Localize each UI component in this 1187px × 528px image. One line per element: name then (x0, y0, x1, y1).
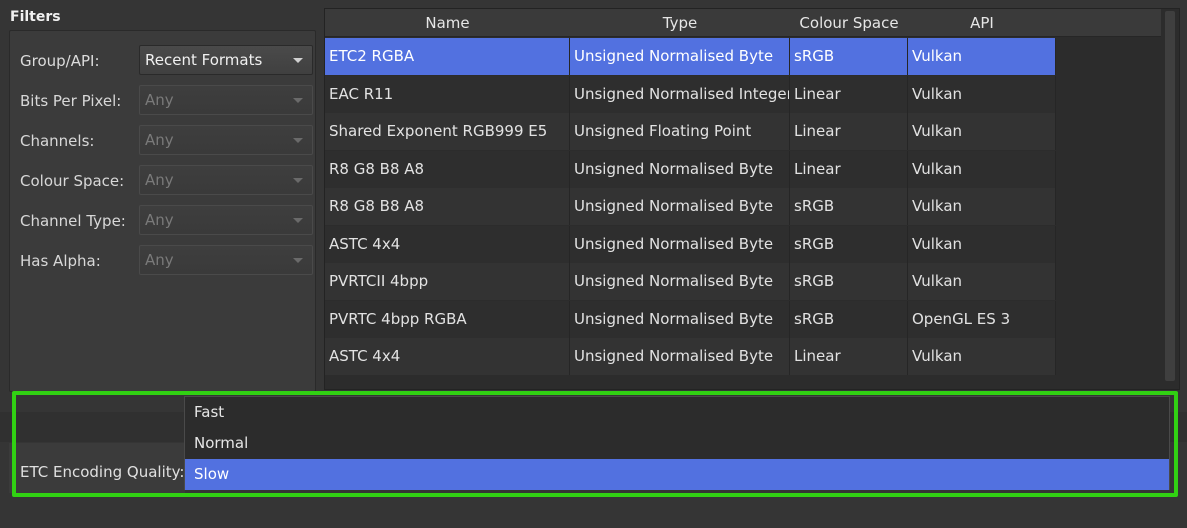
table-cell-colour-space: Linear (790, 150, 908, 188)
table-cell-type: Unsigned Normalised Byte (570, 150, 790, 188)
filter-label: Group/API: (20, 52, 100, 70)
table-cell-colour-space: sRGB (790, 263, 908, 300)
table-row[interactable]: ASTC 4x4 Unsigned Normalised Byte sRGB Vulk… (325, 225, 1056, 263)
table-cell-api: OpenGL ES 3 (908, 300, 1056, 338)
table-cell-type: Unsigned Floating Point (570, 113, 790, 150)
column-header-colour-space[interactable]: Colour Space (790, 9, 908, 37)
table-cell-api: Vulkan (908, 38, 1056, 75)
table-header: Name Type Colour Space API (325, 9, 1161, 37)
chevron-down-icon (293, 98, 303, 103)
table-cell-name: Shared Exponent RGB999 E5 (325, 113, 570, 150)
filter-combobox: Any (139, 245, 313, 275)
filter-combobox-value: Any (145, 171, 174, 189)
table-cell-api: Vulkan (908, 188, 1056, 225)
table-cell-name: ASTC 4x4 (325, 225, 570, 263)
table-row[interactable]: PVRTC 4bpp RGBA Unsigned Normalised Byte s… (325, 300, 1056, 338)
table-cell-type: Unsigned Normalised Byte (570, 263, 790, 300)
table-cell-name: ETC2 RGBA (325, 38, 570, 75)
table-cell-name: R8 G8 B8 A8 (325, 150, 570, 188)
table-cell-name: ASTC 4x4 (325, 338, 570, 375)
filter-label: Colour Space: (20, 172, 125, 190)
table-cell-type: Unsigned Normalised Integer (570, 75, 790, 113)
table-cell-type: Unsigned Normalised Byte (570, 300, 790, 338)
table-cell-colour-space: sRGB (790, 188, 908, 225)
table-cell-api: Vulkan (908, 113, 1056, 150)
table-cell-api: Vulkan (908, 150, 1056, 188)
filter-label: Channels: (20, 132, 95, 150)
dropdown-option-fast[interactable]: Fast (185, 397, 1169, 428)
filter-combobox-value: Any (145, 211, 174, 229)
filter-combobox: Any (139, 165, 313, 195)
table-cell-api: Vulkan (908, 263, 1056, 300)
table-row[interactable]: R8 G8 B8 A8 Unsigned Normalised Byte Linea… (325, 150, 1056, 188)
table-row[interactable]: ETC2 RGBA Unsigned Normalised Byte sRGB Vul… (325, 38, 1056, 75)
table-scrollbar[interactable] (1161, 9, 1179, 389)
table-cell-api: Vulkan (908, 338, 1056, 375)
table-cell-type: Unsigned Normalised Byte (570, 38, 790, 75)
table-row[interactable]: Shared Exponent RGB999 E5 Unsigned Floati… (325, 113, 1056, 150)
scrollbar-thumb[interactable] (1165, 11, 1175, 381)
table-cell-name: PVRTCII 4bpp (325, 263, 570, 300)
table-cell-api: Vulkan (908, 225, 1056, 263)
table-cell-colour-space: sRGB (790, 38, 908, 75)
filter-combobox-value: Recent Formats (145, 51, 263, 69)
filter-combobox-value: Any (145, 131, 174, 149)
column-header-name[interactable]: Name (325, 9, 570, 37)
chevron-down-icon (293, 218, 303, 223)
filter-label: Bits Per Pixel: (20, 92, 122, 110)
table-cell-name: PVRTC 4bpp RGBA (325, 300, 570, 338)
table-row[interactable]: ASTC 4x4 Unsigned Normalised Byte Linear Vu… (325, 338, 1056, 375)
table-cell-type: Unsigned Normalised Byte (570, 188, 790, 225)
table-cell-api: Vulkan (908, 75, 1056, 113)
table-cell-type: Unsigned Normalised Byte (570, 338, 790, 375)
table-row[interactable]: PVRTCII 4bpp Unsigned Normalised Byte sRGB… (325, 263, 1056, 300)
filter-combobox-value: Any (145, 91, 174, 109)
column-header-type[interactable]: Type (570, 9, 790, 37)
table-cell-type: Unsigned Normalised Byte (570, 225, 790, 263)
table-cell-name: EAC R11 (325, 75, 570, 113)
formats-table: Name Type Colour Space API ETC2 RGBA Unsi… (324, 8, 1180, 390)
filter-combobox: Any (139, 85, 313, 115)
dropdown-option-normal[interactable]: Normal (185, 428, 1169, 459)
table-row[interactable]: EAC R11 Unsigned Normalised Integer Linear… (325, 75, 1056, 113)
chevron-down-icon (293, 178, 303, 183)
filters-title: Filters (10, 9, 61, 25)
etc-encoding-quality-label: ETC Encoding Quality: (20, 463, 185, 481)
filter-combobox-value: Any (145, 251, 174, 269)
chevron-down-icon (293, 258, 303, 263)
filters-panel: Group/API: Recent Formats Bits Per Pixel: A… (9, 30, 316, 392)
table-row[interactable]: R8 G8 B8 A8 Unsigned Normalised Byte sRGB V… (325, 188, 1056, 225)
filter-label: Channel Type: (20, 212, 126, 230)
table-cell-colour-space: Linear (790, 113, 908, 150)
filter-combobox: Any (139, 125, 313, 155)
column-header-api[interactable]: API (908, 9, 1056, 37)
filter-combobox[interactable]: Recent Formats (139, 45, 313, 75)
table-cell-colour-space: Linear (790, 75, 908, 113)
chevron-down-icon (293, 138, 303, 143)
table-cell-colour-space: Linear (790, 338, 908, 375)
etc-encoding-quality-dropdown[interactable]: Fast Normal Slow (184, 396, 1170, 490)
table-cell-name: R8 G8 B8 A8 (325, 188, 570, 225)
dropdown-option-slow[interactable]: Slow (185, 459, 1169, 490)
table-cell-colour-space: sRGB (790, 300, 908, 338)
chevron-down-icon (293, 58, 303, 63)
filter-label: Has Alpha: (20, 252, 101, 270)
filter-combobox: Any (139, 205, 313, 235)
table-cell-colour-space: sRGB (790, 225, 908, 263)
